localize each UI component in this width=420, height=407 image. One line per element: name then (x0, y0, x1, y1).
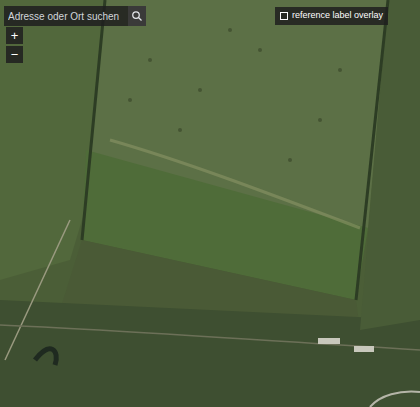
satellite-imagery[interactable] (0, 0, 420, 407)
zoom-out-button[interactable]: − (6, 46, 23, 63)
overlay-label: reference label overlay (292, 9, 383, 23)
search-input[interactable] (4, 6, 128, 26)
map[interactable] (0, 0, 420, 407)
overlay-toggle[interactable]: reference label overlay (275, 7, 388, 25)
map-viewer: +−reference label overlay (0, 0, 420, 407)
search-icon (131, 10, 143, 22)
zoom-controls: +− (6, 27, 23, 63)
search-bar (4, 6, 146, 26)
overlay-checkbox[interactable] (280, 12, 288, 20)
zoom-in-button[interactable]: + (6, 27, 23, 44)
search-button[interactable] (128, 6, 146, 26)
